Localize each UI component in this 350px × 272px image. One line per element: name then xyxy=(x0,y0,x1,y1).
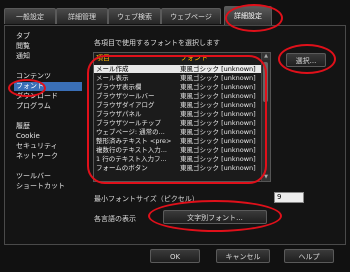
row-item: ブラウザ表示欄 xyxy=(96,83,142,91)
tab-webpages[interactable]: ウェブページ xyxy=(161,8,221,24)
sidebar-item-shortcuts[interactable]: ショートカット xyxy=(16,182,65,191)
sidebar-item-fonts[interactable]: フォント xyxy=(14,82,82,91)
column-header-item[interactable]: 項目 xyxy=(96,53,110,63)
scroll-up-arrow-icon[interactable]: ▲ xyxy=(262,53,270,60)
row-font: 東風ゴシック [unknown] xyxy=(180,101,256,109)
international-fonts-label: 各言語の表示 xyxy=(94,215,136,223)
tab-general[interactable]: 一般設定 xyxy=(4,8,56,24)
sidebar-item-tabs[interactable]: タブ xyxy=(16,32,30,41)
international-fonts-button[interactable]: 文字別フォント... xyxy=(163,210,267,224)
row-item: 複数行のテキスト入力... xyxy=(96,146,168,154)
tab-search[interactable]: ウェブ検索 xyxy=(108,8,161,24)
font-list-row[interactable]: メール作成 東風ゴシック [unknown] xyxy=(94,65,262,73)
sidebar-item-toolbars[interactable]: ツールバー xyxy=(16,172,51,181)
sidebar-item-programs[interactable]: プログラム xyxy=(16,102,51,111)
scroll-down-arrow-icon[interactable]: ▼ xyxy=(262,174,270,181)
font-list-row[interactable]: フォームのボタン 東風ゴシック [unknown] xyxy=(94,164,262,172)
min-font-size-input[interactable]: 9 xyxy=(274,192,304,203)
row-font: 東風ゴシック [unknown] xyxy=(180,146,256,154)
column-header-font[interactable]: フォント xyxy=(180,53,208,63)
tab-forms[interactable]: 詳細管理 xyxy=(56,8,108,24)
font-list-row[interactable]: 複数行のテキスト入力... 東風ゴシック [unknown] xyxy=(94,146,262,154)
preferences-dialog: 一般設定 詳細管理 ウェブ検索 ウェブページ 詳細設定 タブ 閲覧 通知 コンテ… xyxy=(0,0,350,272)
sidebar-item-downloads[interactable]: ダウンロード xyxy=(16,92,58,101)
font-list[interactable]: 項目 フォント メール作成 東風ゴシック [unknown] メール表示 東風ゴシッ… xyxy=(93,52,271,182)
row-item: ブラウザダイアログ xyxy=(96,101,155,109)
row-font: 東風ゴシック [unknown] xyxy=(180,83,256,91)
row-font: 東風ゴシック [unknown] xyxy=(180,74,256,82)
row-item: 1 行のテキスト入力フ... xyxy=(96,155,167,163)
cancel-button[interactable]: キャンセル xyxy=(216,249,270,263)
tab-advanced[interactable]: 詳細設定 xyxy=(224,6,272,25)
fonts-description: 各項目で使用するフォントを選択します xyxy=(94,39,220,47)
row-item: フォームのボタン xyxy=(96,164,148,172)
row-font: 東風ゴシック [unknown] xyxy=(180,155,256,163)
help-button[interactable]: ヘルプ xyxy=(284,249,334,263)
sidebar-item-content[interactable]: コンテンツ xyxy=(16,72,51,81)
row-item: ブラウザツールバー xyxy=(96,92,155,100)
sidebar-item-notifications[interactable]: 通知 xyxy=(16,52,30,61)
sidebar-item-cookies[interactable]: Cookie xyxy=(16,132,40,141)
font-list-row[interactable]: 1 行のテキスト入力フ... 東風ゴシック [unknown] xyxy=(94,155,262,163)
sidebar-item-network[interactable]: ネットワーク xyxy=(16,152,58,161)
choose-font-button[interactable]: 選択... xyxy=(286,53,326,67)
row-font: 東風ゴシック [unknown] xyxy=(180,137,256,145)
row-font: 東風ゴシック [unknown] xyxy=(180,65,256,73)
font-list-row[interactable]: ブラウザツールチップ 東風ゴシック [unknown] xyxy=(94,119,262,127)
list-header: 項目 フォント xyxy=(94,53,262,62)
font-list-row[interactable]: ブラウザダイアログ 東風ゴシック [unknown] xyxy=(94,101,262,109)
scroll-thumb[interactable] xyxy=(263,62,268,102)
row-item: ブラウザツールチップ xyxy=(96,119,161,127)
font-list-row[interactable]: ウェブページ: 通常の... 東風ゴシック [unknown] xyxy=(94,128,262,136)
row-font: 東風ゴシック [unknown] xyxy=(180,128,256,136)
row-font: 東風ゴシック [unknown] xyxy=(180,164,256,172)
row-font: 東風ゴシック [unknown] xyxy=(180,110,256,118)
font-list-row[interactable]: メール表示 東風ゴシック [unknown] xyxy=(94,74,262,82)
row-font: 東風ゴシック [unknown] xyxy=(180,119,256,127)
row-item: 整形済みテキスト <pre> xyxy=(96,137,172,145)
sidebar-item-browsing[interactable]: 閲覧 xyxy=(16,42,30,51)
row-item: メール作成 xyxy=(96,65,129,73)
row-font: 東風ゴシック [unknown] xyxy=(180,92,256,100)
sidebar-item-security[interactable]: セキュリティ xyxy=(16,142,58,151)
row-item: ブラウザパネル xyxy=(96,110,142,118)
font-list-row[interactable]: ブラウザパネル 東風ゴシック [unknown] xyxy=(94,110,262,118)
font-list-row[interactable]: 整形済みテキスト <pre> 東風ゴシック [unknown] xyxy=(94,137,262,145)
ok-button[interactable]: OK xyxy=(150,249,200,263)
font-list-row[interactable]: ブラウザツールバー 東風ゴシック [unknown] xyxy=(94,92,262,100)
row-item: ウェブページ: 通常の... xyxy=(96,128,165,136)
tab-bar: 一般設定 詳細管理 ウェブ検索 ウェブページ 詳細設定 xyxy=(4,6,346,26)
sidebar-item-history[interactable]: 履歴 xyxy=(16,122,30,131)
min-font-size-label: 最小フォントサイズ（ピクセル） xyxy=(94,195,199,203)
row-item: メール表示 xyxy=(96,74,129,82)
font-list-row[interactable]: ブラウザ表示欄 東風ゴシック [unknown] xyxy=(94,83,262,91)
list-scrollbar[interactable]: ▲ ▼ xyxy=(261,53,270,181)
